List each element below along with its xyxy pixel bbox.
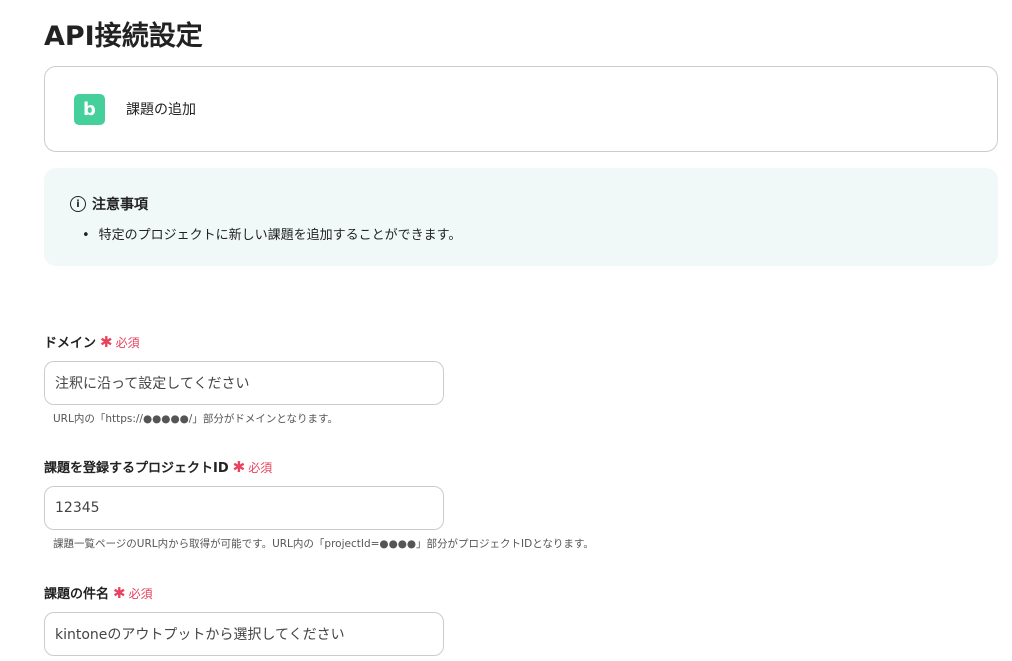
backlog-app-icon: b (74, 93, 105, 125)
required-badge: 必須 (248, 460, 273, 475)
field-hint: 課題一覧ページのURL内から取得が可能です。URL内の「projectId=●●… (53, 538, 594, 550)
required-icon: ✱ (100, 332, 113, 351)
summary-input[interactable] (44, 612, 444, 656)
required-badge: 必須 (115, 335, 140, 350)
field-label: 課題の件名 (44, 587, 110, 602)
info-icon: i (70, 196, 86, 212)
field-label: 課題を登録するプロジェクトID (44, 461, 229, 476)
field-label: ドメイン (44, 336, 97, 351)
notice-box: i 注意事項 特定のプロジェクトに新しい課題を追加することができます。 (44, 168, 998, 266)
domain-field: ドメイン✱必須 URL内の「https://●●●●●/」部分がドメインとなりま… (44, 332, 444, 426)
required-icon: ✱ (232, 457, 246, 476)
summary-field: 課題の件名 ✱ 必須 (44, 583, 444, 656)
project-id-input[interactable] (44, 486, 444, 530)
page-title: API接続設定 (44, 21, 203, 52)
required-badge: 必須 (128, 586, 153, 601)
required-icon: ✱ (113, 583, 126, 602)
field-hint: URL内の「https://●●●●●/」部分がドメインとなります。 (53, 413, 338, 425)
action-label: 課題の追加 (126, 102, 196, 118)
notice-item: 特定のプロジェクトに新しい課題を追加することができます。 (82, 224, 998, 243)
app-action-card: b 課題の追加 (44, 66, 998, 152)
domain-input[interactable] (44, 361, 444, 405)
project-id-field: 課題を登録するプロジェクトID✱必須 課題一覧ページのURL内から取得が可能です… (44, 457, 594, 551)
notice-heading: 注意事項 (92, 197, 148, 213)
